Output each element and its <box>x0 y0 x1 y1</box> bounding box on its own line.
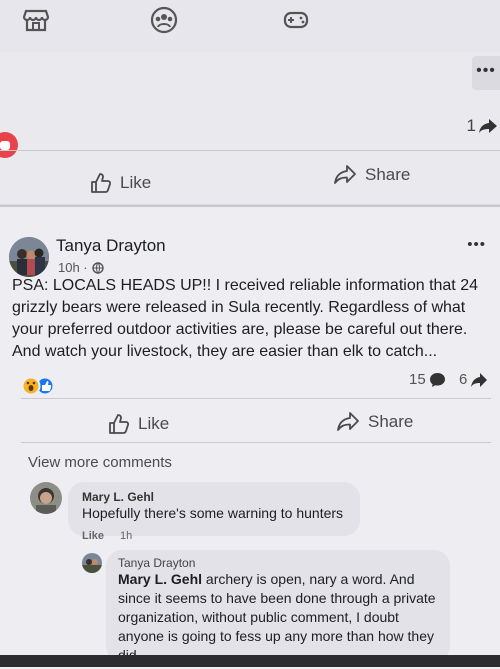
post-time[interactable]: 10h · <box>58 260 88 275</box>
reply-author[interactable]: Tanya Drayton <box>118 556 438 570</box>
globe-icon <box>91 261 104 274</box>
author-avatar[interactable] <box>9 237 49 277</box>
comment-bubble: Mary L. Gehl Hopefully there's some warn… <box>68 482 360 536</box>
post-meta: 10h · <box>58 260 104 275</box>
marketplace-icon[interactable] <box>22 6 50 34</box>
divider <box>0 150 500 151</box>
commenter-avatar[interactable] <box>30 482 62 514</box>
share-button[interactable]: Share <box>333 164 410 186</box>
view-more-comments-link[interactable]: View more comments <box>28 454 172 471</box>
reactions-summary[interactable] <box>21 376 61 396</box>
previous-post <box>0 52 500 204</box>
share-icon <box>337 412 359 431</box>
comment-count[interactable]: 15 <box>409 371 446 388</box>
post-more-options-button[interactable]: ••• <box>467 236 486 253</box>
comment-time: 1h <box>120 530 133 542</box>
share-arrow-icon <box>471 372 488 387</box>
divider <box>21 442 491 443</box>
top-navigation-bar <box>0 0 500 52</box>
reply-text: Mary L. Gehl archery is open, nary a wor… <box>118 570 438 665</box>
thumbs-up-icon <box>109 414 130 434</box>
comment-text: Hopefully there's some warning to hunter… <box>82 505 344 521</box>
like-label: Like <box>138 414 170 433</box>
share-count-value: 1 <box>466 116 476 135</box>
share-button[interactable]: Share <box>336 411 413 433</box>
reply-author-avatar[interactable] <box>82 553 102 573</box>
share-label: Share <box>365 165 411 184</box>
share-arrow-icon <box>479 119 497 133</box>
share-count[interactable]: 1 <box>467 116 498 136</box>
groups-icon[interactable] <box>150 6 178 34</box>
more-options-button[interactable]: ••• <box>472 56 500 90</box>
reply-mention[interactable]: Mary L. Gehl <box>118 571 202 587</box>
gaming-icon[interactable] <box>282 6 310 34</box>
comment-author[interactable]: Mary L. Gehl <box>82 490 346 504</box>
comment-like-link[interactable]: Like <box>82 530 104 542</box>
comment-actions: Like 1h <box>82 530 132 542</box>
like-button[interactable]: Like <box>90 172 151 194</box>
divider <box>21 398 491 399</box>
comment-bubble-icon <box>429 372 445 387</box>
screen-bezel <box>0 655 500 667</box>
post-text: PSA: LOCALS HEADS UP!! I received reliab… <box>12 277 478 360</box>
post-author-name[interactable]: Tanya Drayton <box>56 236 166 256</box>
share-icon <box>334 165 356 184</box>
share-count-value: 6 <box>459 371 468 388</box>
comment-count-value: 15 <box>409 371 426 388</box>
share-label: Share <box>368 412 414 431</box>
thumbs-up-icon <box>91 173 112 193</box>
reply-bubble: Tanya Drayton Mary L. Gehl archery is op… <box>106 550 450 665</box>
like-label: Like <box>120 173 152 192</box>
like-button[interactable]: Like <box>108 413 169 435</box>
share-count[interactable]: 6 <box>459 371 488 388</box>
